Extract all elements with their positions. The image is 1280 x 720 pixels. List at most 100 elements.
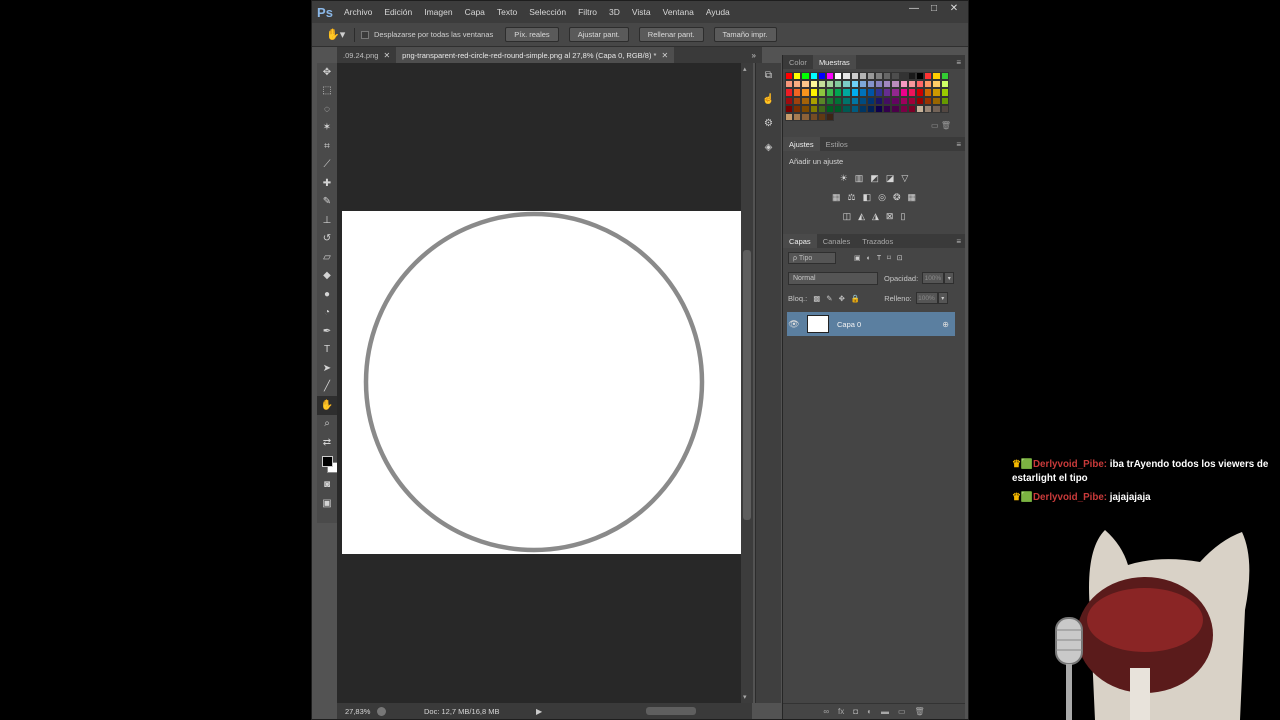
3d-panel-icon[interactable]: ◈ (756, 135, 781, 159)
swatch[interactable] (834, 96, 843, 105)
threshold-icon[interactable]: ◮ (872, 211, 879, 222)
move-tool-icon[interactable]: ✥ (317, 63, 337, 82)
swatch[interactable] (907, 104, 916, 113)
close-icon[interactable]: ✕ (661, 51, 668, 60)
tab-capas[interactable]: Capas (783, 234, 817, 249)
opacity-dropdown-icon[interactable]: ▾ (944, 272, 955, 285)
canvas-area[interactable] (337, 63, 752, 703)
zoom-tool-icon[interactable]: ⌕ (317, 415, 337, 434)
layer-filter-select[interactable]: ρ Tipo (788, 252, 836, 265)
dodge-tool-icon[interactable]: ◔ (317, 304, 337, 323)
swatch[interactable] (866, 96, 876, 105)
maximize-button[interactable]: □ (924, 1, 944, 15)
swatch[interactable] (875, 96, 884, 105)
swatch[interactable] (899, 96, 908, 105)
swatch[interactable] (817, 80, 826, 89)
swatch[interactable] (875, 72, 884, 81)
blend-mode-select[interactable]: Normal (788, 271, 878, 285)
swatch[interactable] (785, 72, 794, 81)
filter-pixel-icon[interactable]: ▣ (854, 254, 861, 262)
new-swatch-icon[interactable]: ▭ (931, 121, 939, 130)
print-size-button[interactable]: Tamaño impr. (713, 27, 777, 42)
close-button[interactable]: ✕ (944, 1, 964, 15)
swatch[interactable] (866, 72, 876, 81)
swatch[interactable] (883, 104, 892, 113)
menu-edicion[interactable]: Edición (378, 1, 418, 23)
swatch[interactable] (801, 96, 810, 105)
document-canvas[interactable] (342, 211, 741, 554)
swatch[interactable] (801, 88, 810, 97)
scroll-up-arrow-icon[interactable]: ▴ (743, 65, 747, 73)
swatch[interactable] (907, 88, 916, 97)
layer-style-icon[interactable]: fx (838, 707, 844, 716)
filter-adjustment-icon[interactable]: ◐ (867, 255, 871, 262)
selective-color-icon[interactable]: ⊠ (886, 211, 894, 222)
swatch[interactable] (842, 104, 851, 113)
swatch[interactable] (916, 80, 925, 89)
new-adjustment-icon[interactable]: ◐ (867, 707, 872, 716)
scroll-down-arrow-icon[interactable]: ▾ (743, 693, 747, 701)
line-tool-icon[interactable]: ╱ (317, 378, 337, 397)
swatch[interactable] (907, 80, 916, 89)
swatch[interactable] (940, 96, 949, 105)
swatch[interactable] (801, 112, 810, 122)
brightness-icon[interactable]: ☀ (840, 173, 848, 184)
menu-texto[interactable]: Texto (491, 1, 523, 23)
swatch[interactable] (858, 80, 867, 89)
tab-ajustes[interactable]: Ajustes (783, 137, 820, 152)
filter-type-icon[interactable]: T (877, 255, 881, 262)
history-brush-tool-icon[interactable]: ↺ (317, 230, 337, 249)
scrollbar-thumb[interactable] (743, 250, 751, 520)
actual-pixels-button[interactable]: Píx. reales (505, 27, 559, 42)
panel-menu-icon[interactable]: ≡ (956, 140, 961, 149)
swatch[interactable] (924, 88, 933, 97)
swatch[interactable] (809, 72, 818, 81)
screen-mode-icon[interactable]: ▣ (317, 494, 337, 513)
lasso-tool-icon[interactable]: ◌ (317, 100, 337, 119)
swatch[interactable] (809, 112, 818, 122)
layer-name[interactable]: Capa 0 (837, 320, 861, 329)
link-layers-icon[interactable]: ∞ (823, 707, 829, 716)
more-tabs-icon[interactable]: » (752, 51, 756, 60)
swatch[interactable] (793, 72, 802, 81)
layer-row[interactable]: 👁 Capa 0 ⊕ (787, 312, 955, 337)
swatch[interactable] (916, 96, 925, 105)
swatch[interactable] (932, 80, 941, 89)
swatch[interactable] (916, 88, 925, 97)
swatch[interactable] (907, 72, 916, 81)
swatch[interactable] (866, 88, 876, 97)
swatch[interactable] (793, 112, 802, 122)
swatch[interactable] (883, 72, 892, 81)
new-layer-icon[interactable]: ▭ (898, 707, 906, 716)
swatch[interactable] (825, 72, 835, 81)
properties-panel-icon[interactable]: ⚙ (756, 111, 781, 135)
swatch[interactable] (883, 96, 892, 105)
marquee-tool-icon[interactable]: ⬚ (317, 82, 337, 101)
swatch[interactable] (834, 80, 843, 89)
swatch[interactable] (875, 80, 884, 89)
lock-all-icon[interactable]: 🔒 (851, 294, 860, 303)
swatch[interactable] (858, 72, 867, 81)
swatch[interactable] (875, 88, 884, 97)
swatch[interactable] (858, 104, 867, 113)
panel-menu-icon[interactable]: ≡ (956, 58, 961, 67)
swap-colors-icon[interactable]: ⇄ (317, 433, 337, 452)
menu-3d[interactable]: 3D (603, 1, 626, 23)
path-selection-tool-icon[interactable]: ➤ (317, 359, 337, 378)
swatch[interactable] (891, 104, 900, 113)
swatch[interactable] (932, 88, 941, 97)
swatch[interactable] (858, 96, 867, 105)
swatch[interactable] (842, 88, 851, 97)
swatch[interactable] (891, 72, 900, 81)
swatch[interactable] (809, 80, 818, 89)
swatch[interactable] (817, 96, 826, 105)
color-lookup-icon[interactable]: ▦ (908, 192, 917, 203)
swatch[interactable] (932, 96, 941, 105)
vibrance-icon[interactable]: ▽ (901, 173, 908, 184)
swatch[interactable] (883, 80, 892, 89)
brush-tool-icon[interactable]: ✎ (317, 193, 337, 212)
swatch[interactable] (940, 80, 949, 89)
swatch[interactable] (793, 80, 802, 89)
eraser-tool-icon[interactable]: ▱ (317, 248, 337, 267)
swatch[interactable] (809, 88, 818, 97)
